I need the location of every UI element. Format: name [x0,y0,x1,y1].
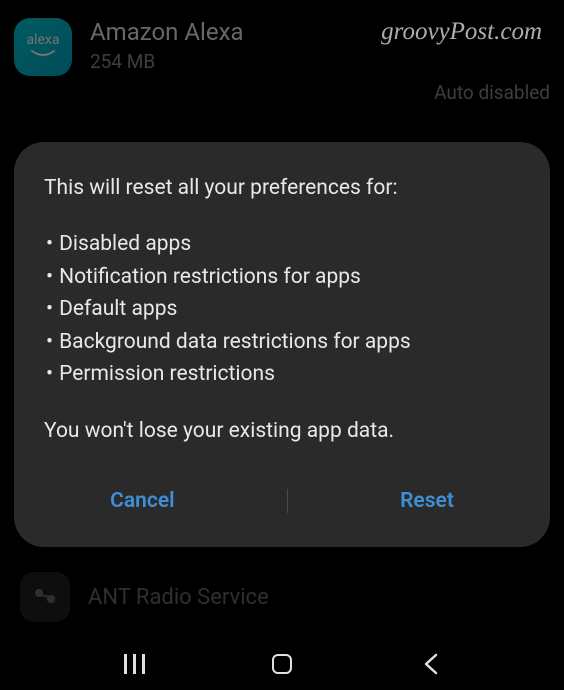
reset-preferences-dialog: This will reset all your preferences for… [14,142,550,547]
app-row-ant: ANT Radio Service [0,560,564,634]
dialog-actions: Cancel Reset [44,477,520,527]
list-item: •Permission restrictions [44,358,520,391]
home-icon [272,654,292,674]
dialog-note: You won't lose your existing app data. [44,419,520,443]
ant-app-name: ANT Radio Service [88,585,269,610]
button-divider [287,489,288,513]
list-item-text: Permission restrictions [59,358,275,391]
alexa-app-icon: alexa [14,18,72,76]
app-status: Auto disabled [90,81,550,104]
list-item-text: Disabled apps [59,228,191,261]
reset-button[interactable]: Reset [380,481,474,521]
recent-apps-icon [124,654,145,674]
list-item-text: Notification restrictions for apps [59,261,361,294]
list-item: •Notification restrictions for apps [44,261,520,294]
list-item: •Disabled apps [44,228,520,261]
navigation-bar [0,638,564,690]
list-item-text: Background data restrictions for apps [59,326,411,359]
dialog-list: •Disabled apps •Notification restriction… [44,228,520,391]
list-item: •Default apps [44,293,520,326]
app-size: 254 MB [90,50,550,73]
watermark: groovyPost.com [381,18,542,46]
ant-app-icon [20,572,70,622]
back-icon [422,652,438,676]
recent-apps-button[interactable] [114,644,154,684]
list-item-text: Default apps [59,293,177,326]
home-button[interactable] [262,644,302,684]
back-button[interactable] [410,644,450,684]
cancel-button[interactable]: Cancel [90,481,194,521]
dialog-title: This will reset all your preferences for… [44,176,520,200]
list-item: •Background data restrictions for apps [44,326,520,359]
